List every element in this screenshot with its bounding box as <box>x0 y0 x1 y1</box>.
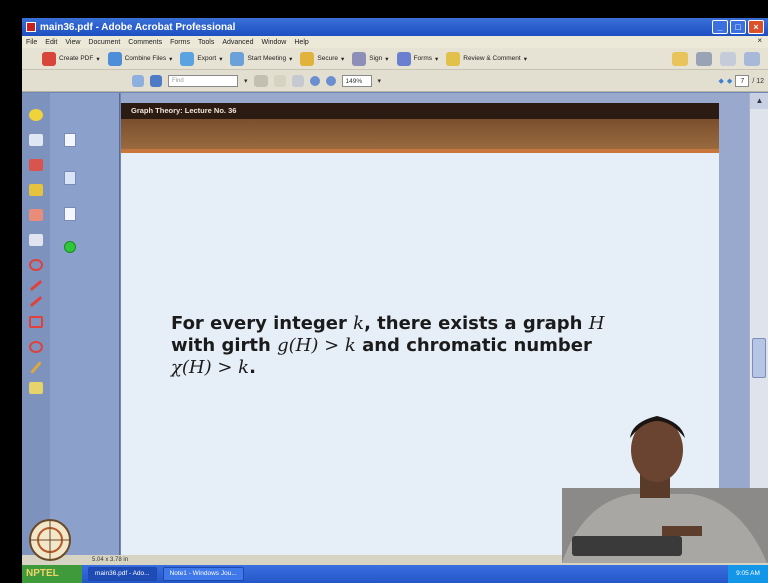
navigation-pane <box>50 93 120 555</box>
text-edit-icon[interactable] <box>29 234 43 246</box>
zoom-field[interactable]: 149% <box>341 74 372 87</box>
slide-header: Graph Theory: Lecture No. 36 <box>121 103 719 119</box>
print-icon[interactable] <box>696 52 712 66</box>
meeting-icon <box>230 51 245 66</box>
desktop-screen: main36.pdf - Adobe Acrobat Professional … <box>22 18 768 583</box>
start-meeting-button[interactable]: Start Meeting ▾ <box>230 51 292 66</box>
close-button[interactable]: × <box>748 20 764 34</box>
note-icon[interactable] <box>29 109 43 121</box>
menu-bar: File Edit View Document Comments Forms T… <box>22 36 768 48</box>
oval-icon[interactable] <box>29 341 43 353</box>
menu-document[interactable]: Document <box>88 39 120 46</box>
bookmarks-icon[interactable] <box>64 171 76 185</box>
windows-taskbar: NPTEL main36.pdf - Ado... Note1 - Window… <box>22 565 768 583</box>
maximize-button[interactable]: □ <box>730 20 746 34</box>
menu-window[interactable]: Window <box>261 39 286 46</box>
total-pages: / 12 <box>752 77 764 85</box>
menu-edit[interactable]: Edit <box>45 39 57 46</box>
select-text-icon[interactable] <box>253 74 268 87</box>
create-pdf-button[interactable]: Create PDF ▾ <box>42 51 100 66</box>
hand-tool-icon[interactable] <box>273 74 286 87</box>
window-controls: _ □ × <box>712 20 764 34</box>
layers-icon[interactable] <box>64 241 76 253</box>
document-close-icon[interactable]: × <box>757 36 762 45</box>
select-icon[interactable] <box>132 74 144 87</box>
sign-button[interactable]: Sign ▾ <box>352 51 389 66</box>
comment-icon <box>446 51 461 66</box>
system-clock: 9:05 AM <box>728 565 768 583</box>
navigation-toolbar: Find ▾ 149% ▾ ◆ ◆ 7 / 12 <box>22 70 768 92</box>
pen-icon <box>352 51 367 66</box>
zoom-tool-icon[interactable] <box>291 74 304 87</box>
open-folder-icon[interactable] <box>672 52 688 66</box>
menu-help[interactable]: Help <box>294 39 308 46</box>
combine-files-icon <box>107 51 122 66</box>
find-dropdown-icon[interactable]: ▾ <box>244 77 248 85</box>
forms-button[interactable]: Forms ▾ <box>396 51 438 66</box>
page-number-input[interactable]: 7 <box>735 75 750 87</box>
scrollbar-thumb[interactable] <box>752 338 766 378</box>
presenter-video-overlay <box>562 416 768 563</box>
callout-icon[interactable] <box>29 209 43 221</box>
menu-tools[interactable]: Tools <box>198 39 214 46</box>
rectangle-icon[interactable] <box>29 316 43 328</box>
cloud-icon[interactable] <box>29 259 43 271</box>
pages-icon[interactable] <box>64 133 76 147</box>
page-navigation: ◆ ◆ 7 / 12 <box>719 75 764 87</box>
nptel-logo-icon <box>29 519 71 561</box>
attach-icon[interactable] <box>29 382 43 394</box>
menu-forms[interactable]: Forms <box>170 39 190 46</box>
text-box-icon[interactable] <box>29 134 43 146</box>
taskbar-item-journal[interactable]: Note1 - Windows Jou... <box>162 567 244 581</box>
menu-advanced[interactable]: Advanced <box>222 39 253 46</box>
pencil-icon[interactable] <box>30 361 42 374</box>
zoom-out-icon[interactable] <box>309 75 320 86</box>
theorem-line-1: For every integer k, there exists a grap… <box>171 313 605 334</box>
review-comment-button[interactable]: Review & Comment ▾ <box>446 51 527 66</box>
slide-header-rule <box>121 149 719 153</box>
slide-header-band <box>121 119 719 149</box>
scroll-up-icon[interactable]: ▲ <box>750 93 768 109</box>
find-input[interactable]: Find <box>168 74 238 87</box>
annotation-tool-strip <box>22 93 50 555</box>
menu-comments[interactable]: Comments <box>128 39 162 46</box>
secure-button[interactable]: Secure ▾ <box>300 51 344 66</box>
theorem-line-3: χ(H) > k. <box>171 357 256 378</box>
export-icon <box>180 51 195 66</box>
signatures-icon[interactable] <box>64 207 76 221</box>
taskbar-item-acrobat[interactable]: main36.pdf - Ado... <box>88 567 157 581</box>
zoom-dropdown-icon[interactable]: ▾ <box>378 77 382 85</box>
acrobat-icon <box>26 22 36 32</box>
file-toolbar <box>672 52 760 66</box>
email-icon[interactable] <box>720 52 736 66</box>
export-button[interactable]: Export ▾ <box>180 51 222 66</box>
stamp-icon[interactable] <box>29 159 43 171</box>
menu-view[interactable]: View <box>65 39 80 46</box>
minimize-button[interactable]: _ <box>712 20 728 34</box>
window-title: main36.pdf - Adobe Acrobat Professional <box>40 21 236 33</box>
highlight-icon[interactable] <box>29 184 43 196</box>
save-icon[interactable] <box>744 52 760 66</box>
snapshot-icon[interactable] <box>150 74 162 87</box>
theorem-text: For every integer k, there exists a grap… <box>171 313 691 379</box>
create-pdf-icon <box>42 51 56 66</box>
previous-page-icon[interactable]: ◆ <box>719 77 724 85</box>
menu-file[interactable]: File <box>26 39 37 46</box>
page-size-label: 5.04 x 3.78 in <box>92 557 129 563</box>
next-page-icon[interactable]: ◆ <box>727 77 732 85</box>
combine-files-button[interactable]: Combine Files ▾ <box>107 51 172 66</box>
arrow-icon[interactable] <box>29 279 43 292</box>
forms-icon <box>396 51 411 66</box>
lock-icon <box>300 51 315 66</box>
line-icon[interactable] <box>29 295 43 308</box>
zoom-in-icon[interactable] <box>325 75 336 86</box>
title-bar: main36.pdf - Adobe Acrobat Professional … <box>22 18 768 36</box>
task-toolbar: Create PDF ▾ Combine Files ▾ Export ▾ Start… <box>22 48 768 70</box>
start-button[interactable]: NPTEL <box>22 565 82 583</box>
theorem-line-2: with girth g(H) > k and chromatic number <box>171 335 592 356</box>
